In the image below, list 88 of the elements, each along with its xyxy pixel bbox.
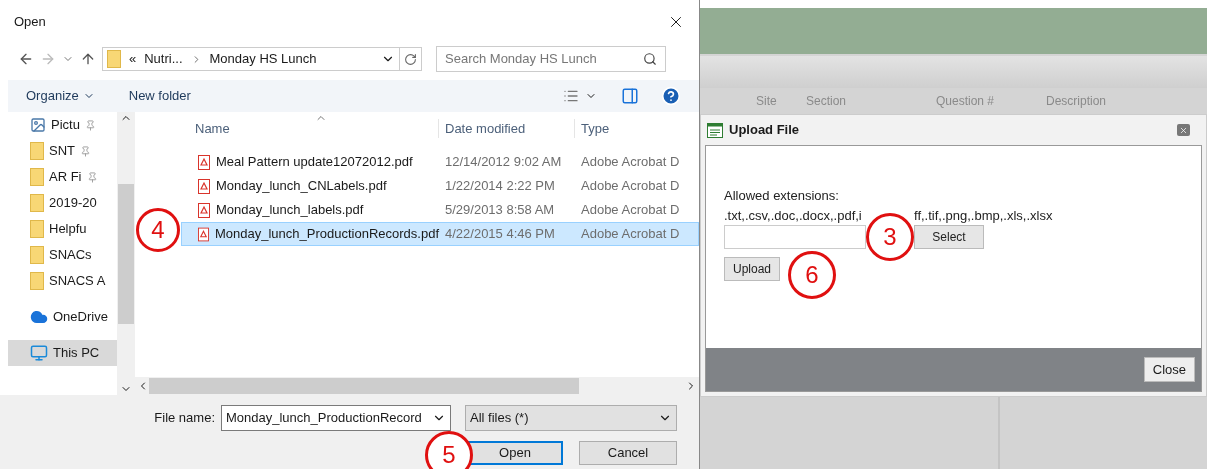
folder-icon <box>30 142 44 160</box>
dialog-title: Upload File <box>729 121 800 140</box>
column-header[interactable]: Name <box>181 118 438 138</box>
sidebar-item[interactable]: 2019-20 <box>8 190 99 216</box>
close-icon <box>1179 125 1188 135</box>
file-path-field[interactable] <box>724 225 866 249</box>
refresh-icon[interactable] <box>404 52 417 66</box>
sidebar-item[interactable]: OneDrive <box>8 304 110 330</box>
file-name: Meal Pattern update12072012.pdf <box>216 153 413 172</box>
file-row[interactable]: Meal Pattern update12072012.pdf 12/14/2012 9:02 AM Adobe Acrobat D <box>181 150 699 174</box>
extensions-list: .txt,.csv,.doc,.docx,.pdf,i <box>724 205 866 225</box>
back-icon[interactable] <box>18 51 34 67</box>
folder-icon <box>30 220 44 238</box>
sidebar-item[interactable]: SNT <box>8 138 93 164</box>
window-title: Open <box>14 13 46 32</box>
cancel-button[interactable]: Cancel <box>579 441 677 465</box>
scrollbar-thumb[interactable] <box>149 378 579 394</box>
file-name: Monday_lunch_CNLabels.pdf <box>216 177 387 196</box>
date-modified: 5/29/2013 8:58 AM <box>444 201 556 220</box>
sidebar-item[interactable]: Helpfu <box>8 216 89 242</box>
column-header: Site <box>756 93 778 110</box>
callout-marker: 5 <box>425 431 473 469</box>
file-name-input[interactable]: Monday_lunch_ProductionRecord <box>226 408 432 428</box>
column-header[interactable]: Date modified <box>438 118 574 138</box>
folder-icon <box>30 272 44 290</box>
pdf-file-icon <box>198 178 210 194</box>
folder-icon <box>107 50 121 68</box>
callout-marker: 4 <box>136 208 180 252</box>
file-type: Adobe Acrobat D <box>580 225 680 244</box>
file-name: Monday_lunch_ProductionRecords.pdf <box>214 225 439 244</box>
up-icon[interactable] <box>80 51 96 67</box>
open-button[interactable]: Open <box>467 441 563 465</box>
file-name: Monday_lunch_labels.pdf <box>216 201 364 220</box>
scrollbar-thumb[interactable] <box>118 183 134 324</box>
pdf-file-icon <box>198 226 209 242</box>
search-icon[interactable] <box>643 52 657 66</box>
folder-icon <box>30 168 44 186</box>
extensions-list: ff,.tif,.png,.bmp,.xls,.xlsx <box>914 205 1053 225</box>
date-modified: 1/22/2014 2:22 PM <box>444 177 556 196</box>
horizontal-scrollbar[interactable] <box>135 377 699 395</box>
upload-button[interactable]: Upload <box>724 257 781 281</box>
close-button[interactable] <box>1177 124 1190 136</box>
window-icon <box>707 122 723 138</box>
file-type-dropdown[interactable]: All files (*) <box>465 405 677 431</box>
computer-icon <box>30 344 48 362</box>
preview-pane-icon[interactable] <box>621 87 639 105</box>
folder-icon <box>30 246 44 264</box>
callout-marker: 6 <box>788 251 836 299</box>
forward-icon[interactable] <box>40 51 56 67</box>
column-header: Section <box>806 93 848 110</box>
column-header: Description <box>1046 93 1108 110</box>
file-type: Adobe Acrobat D <box>580 201 680 220</box>
file-row[interactable]: Monday_lunch_ProductionRecords.pdf 4/22/2015 4:46 PM Adobe Acrobat D <box>181 222 699 246</box>
breadcrumb-item[interactable]: « <box>129 49 137 69</box>
breadcrumb-item[interactable]: Monday HS Lunch <box>209 49 317 69</box>
file-row[interactable]: Monday_lunch_labels.pdf 5/29/2013 8:58 AM Adobe Acrobat D <box>181 198 699 222</box>
date-modified: 12/14/2012 9:02 AM <box>444 153 563 172</box>
close-button[interactable]: Close <box>1143 357 1195 382</box>
column-header: Question # <box>936 93 996 110</box>
view-options-icon[interactable] <box>563 88 579 104</box>
file-type: Adobe Acrobat D <box>580 153 680 172</box>
pdf-file-icon <box>198 154 210 170</box>
cloud-icon <box>30 308 48 326</box>
sidebar-item[interactable]: AR Fi <box>8 164 100 190</box>
help-icon[interactable] <box>661 86 681 106</box>
file-type: Adobe Acrobat D <box>580 177 680 196</box>
file-name-field[interactable]: Monday_lunch_ProductionRecord <box>221 405 451 431</box>
sidebar-item[interactable]: SNACs <box>8 242 94 268</box>
folder-icon <box>30 194 44 212</box>
callout-marker: 3 <box>866 213 914 261</box>
organize-menu-button[interactable]: Organize <box>26 86 95 106</box>
file-row[interactable]: Monday_lunch_CNLabels.pdf 1/22/2014 2:22 PM Adobe Acrobat D <box>181 174 699 198</box>
vertical-scrollbar[interactable] <box>117 112 135 395</box>
sidebar-item[interactable]: SNACS A <box>8 268 108 294</box>
address-bar[interactable]: « Nutri... Monday HS Lunch <box>102 47 422 71</box>
new-folder-button[interactable]: New folder <box>128 86 191 106</box>
sidebar-item[interactable]: This PC <box>8 340 117 366</box>
search-input[interactable]: Search Monday HS Lunch <box>445 49 643 69</box>
file-name-label: File name: <box>154 409 215 428</box>
pictures-icon <box>30 117 46 133</box>
pdf-file-icon <box>198 202 210 218</box>
sidebar-item[interactable]: Pictu <box>8 112 98 138</box>
date-modified: 4/22/2015 4:46 PM <box>444 225 556 244</box>
search-field[interactable]: Search Monday HS Lunch <box>436 46 666 72</box>
allowed-extensions-label: Allowed extensions: <box>724 187 840 205</box>
column-header[interactable]: Type <box>574 118 610 138</box>
breadcrumb-item[interactable]: Nutri... <box>144 49 183 69</box>
select-button[interactable]: Select <box>914 225 984 249</box>
